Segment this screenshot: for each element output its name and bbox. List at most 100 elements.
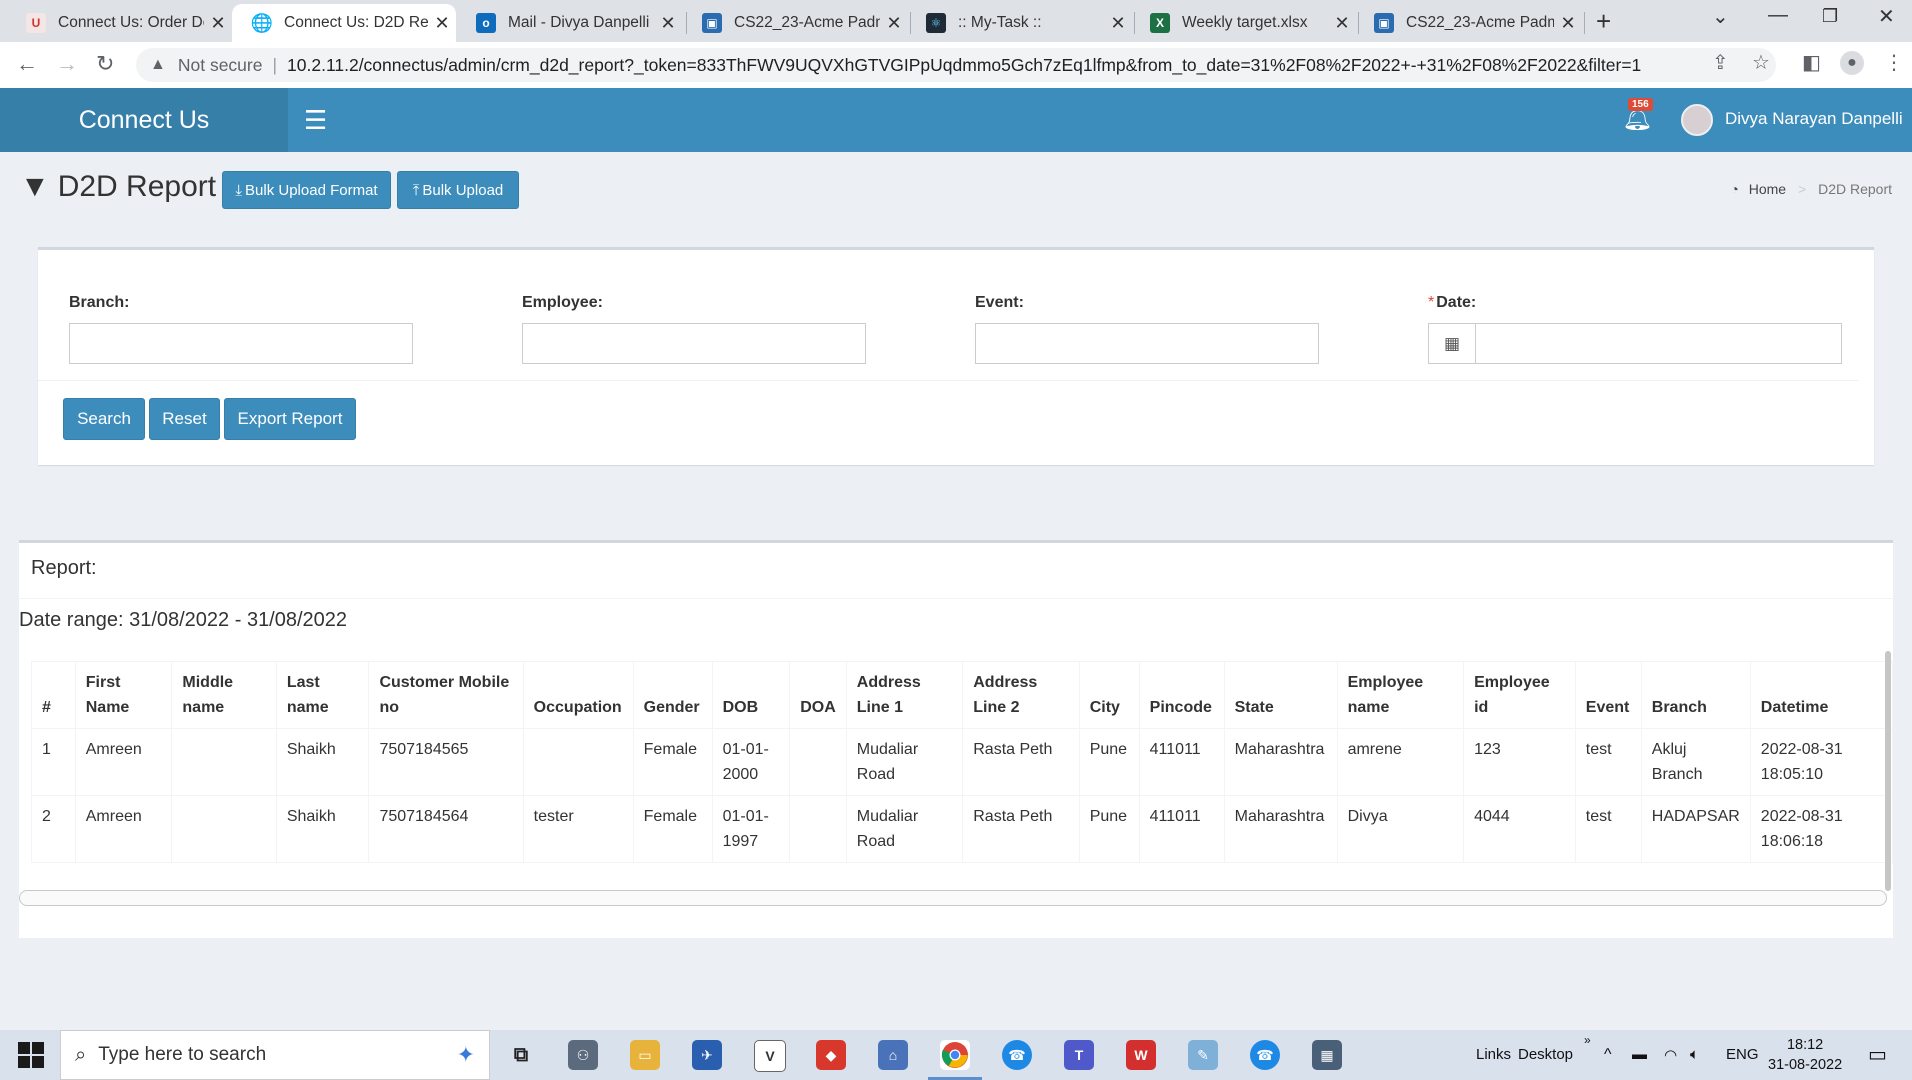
file-explorer-icon[interactable]: ▭	[630, 1040, 660, 1070]
column-header: #	[31, 661, 76, 729]
browser-tab-active[interactable]: 🌐 Connect Us: D2D Rep ✕	[232, 4, 456, 42]
system-clock[interactable]: 18:12 31-08-2022	[1768, 1035, 1842, 1075]
cell-city: Pune	[1078, 728, 1140, 796]
toolbar-overflow-icon[interactable]: »	[1584, 1033, 1591, 1047]
minimize-icon[interactable]: —	[1768, 4, 1788, 27]
reset-button[interactable]: Reset	[149, 398, 220, 440]
wps-office-icon[interactable]: W	[1126, 1040, 1156, 1070]
column-header: Employee name	[1336, 661, 1465, 729]
employee-label: Employee:	[522, 294, 603, 311]
chrome-logo	[941, 1042, 968, 1068]
desktop-toolbar[interactable]: Desktop	[1518, 1046, 1573, 1063]
close-tab-icon[interactable]: ✕	[1554, 13, 1582, 34]
bookmark-star-icon[interactable]: ☆	[1752, 50, 1770, 75]
cell-index: 1	[31, 728, 76, 796]
browser-tab[interactable]: o Mail - Divya Danpelli ✕	[456, 4, 682, 42]
cell-employee-name: Divya	[1336, 795, 1465, 863]
links-toolbar[interactable]: Links	[1476, 1046, 1511, 1063]
browser-tab[interactable]: ▣ CS22_23-Acme Padm ✕	[682, 4, 908, 42]
close-tab-icon[interactable]: ✕	[880, 13, 908, 34]
cell-event: test	[1574, 728, 1642, 796]
connect-us-favicon: U	[26, 13, 46, 33]
cell-occupation	[522, 728, 634, 796]
back-icon[interactable]: ←	[16, 51, 38, 77]
brand-logo[interactable]: Connect Us	[0, 88, 288, 152]
restore-icon[interactable]: ❐	[1822, 6, 1838, 27]
taskbar-search[interactable]: ⌕ Type here to search ✦	[60, 1030, 490, 1080]
page-title: ▼ D2D Report	[20, 170, 217, 203]
dashboard-icon: ◔	[1730, 181, 1739, 197]
battery-icon[interactable]: ▬	[1632, 1046, 1647, 1063]
browser-menu-icon[interactable]: ⋮	[1884, 50, 1904, 75]
search-button[interactable]: Search	[63, 398, 145, 440]
language-indicator[interactable]: ENG	[1726, 1046, 1759, 1063]
hamburger-menu-icon[interactable]: ☰	[304, 105, 327, 136]
vertical-scrollbar[interactable]	[1885, 651, 1891, 891]
cell-address-1: Mudaliar Road	[845, 728, 964, 796]
clock-time: 18:12	[1786, 1037, 1824, 1053]
tab-search-icon[interactable]: ⌄	[1712, 4, 1729, 29]
close-tab-icon[interactable]: ✕	[654, 13, 682, 34]
calculator-icon[interactable]: ▦	[1312, 1040, 1342, 1070]
download-icon: ⤓	[235, 181, 243, 199]
bulk-upload-button[interactable]: ⤒ Bulk Upload	[397, 171, 519, 209]
branch-select[interactable]	[69, 323, 413, 364]
url-text[interactable]: 10.2.11.2/connectus/admin/crm_d2d_report…	[287, 55, 1641, 76]
export-report-button[interactable]: Export Report	[224, 398, 356, 440]
browser-tab[interactable]: U Connect Us: Order De ✕	[6, 4, 232, 42]
column-header: Address Line 1	[845, 661, 964, 729]
reload-icon[interactable]: ↻	[96, 51, 114, 77]
windows-start-icon[interactable]	[18, 1042, 44, 1068]
bulk-upload-format-button[interactable]: ⤓ Bulk Upload Format	[222, 171, 391, 209]
column-header: Branch	[1640, 661, 1751, 729]
remote-desktop-icon[interactable]: ⌂	[878, 1040, 908, 1070]
address-bar[interactable]: ▲ Not secure | 10.2.11.2/connectus/admin…	[136, 48, 1776, 82]
employee-select[interactable]	[522, 323, 866, 364]
tray-expand-icon[interactable]: ^	[1604, 1046, 1612, 1064]
browser-tab[interactable]: ⚛ :: My-Task :: ✕	[906, 4, 1132, 42]
date-range-input[interactable]	[1475, 323, 1842, 364]
cell-last-name: Shaikh	[275, 795, 370, 863]
volume-icon[interactable]: 🔈︎	[1690, 1046, 1699, 1063]
calendar-icon[interactable]: ▦	[1428, 323, 1476, 364]
close-tab-icon[interactable]: ✕	[1328, 13, 1356, 34]
column-header: Gender	[632, 661, 713, 729]
vnc-icon[interactable]: V	[754, 1040, 786, 1072]
column-header: State	[1223, 661, 1338, 729]
address-separator: |	[272, 54, 278, 75]
profile-icon[interactable]: ●	[1840, 51, 1864, 75]
phone-app-icon-2[interactable]: ☎	[1250, 1040, 1280, 1070]
column-header: DOB	[711, 661, 791, 729]
avatar[interactable]	[1681, 104, 1713, 136]
share-icon[interactable]: ⇪	[1712, 50, 1729, 75]
anydesk-icon[interactable]: ◆	[816, 1040, 846, 1070]
network-tool-icon[interactable]: ✈	[692, 1040, 722, 1070]
side-panel-icon[interactable]: ◧	[1802, 50, 1821, 75]
close-tab-icon[interactable]: ✕	[1104, 13, 1132, 34]
people-app-icon[interactable]: ⚇	[568, 1040, 598, 1070]
breadcrumb-home[interactable]: Home	[1749, 181, 1786, 197]
chrome-icon[interactable]	[940, 1040, 970, 1070]
close-tab-icon[interactable]: ✕	[204, 13, 232, 34]
event-label: Event:	[975, 294, 1024, 311]
cell-first-name: Amreen	[74, 728, 173, 796]
task-view-icon[interactable]: ⧉	[506, 1040, 536, 1070]
close-tab-icon[interactable]: ✕	[428, 13, 456, 34]
report-panel: Report: Date range: 31/08/2022 - 31/08/2…	[19, 540, 1894, 938]
phone-app-icon[interactable]: ☎	[1002, 1040, 1032, 1070]
notification-center-icon[interactable]: ▭	[1868, 1042, 1887, 1067]
browser-tab[interactable]: ▣ CS22_23-Acme Padm ✕	[1354, 4, 1582, 42]
new-tab-button[interactable]: +	[1596, 6, 1611, 37]
windows-taskbar: ⌕ Type here to search ✦ ⧉ ⚇ ▭ ✈ V ◆ ⌂ ☎ …	[0, 1030, 1912, 1080]
notes-app-icon[interactable]: ✎	[1188, 1040, 1218, 1070]
horizontal-scrollbar[interactable]	[19, 890, 1887, 906]
user-name[interactable]: Divya Narayan Danpelli	[1725, 109, 1903, 129]
teams-icon[interactable]: T	[1064, 1040, 1094, 1070]
breadcrumb-divider: >	[1798, 181, 1807, 197]
forward-icon[interactable]: →	[56, 51, 78, 77]
event-select[interactable]	[975, 323, 1319, 364]
cell-index: 2	[31, 795, 76, 863]
browser-tab[interactable]: X Weekly target.xlsx ✕	[1130, 4, 1356, 42]
wifi-icon[interactable]: ◠	[1664, 1046, 1677, 1064]
window-close-icon[interactable]: ✕	[1878, 4, 1895, 29]
